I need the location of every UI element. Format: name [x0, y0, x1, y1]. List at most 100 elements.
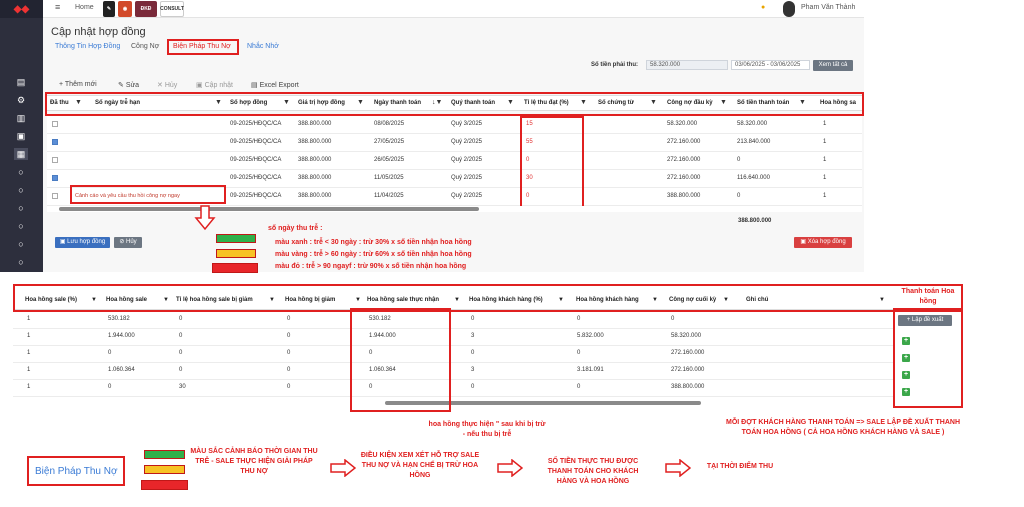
add-button[interactable]: + Thêm mới: [59, 81, 97, 88]
add-icon[interactable]: +: [902, 371, 910, 379]
contract-cell: 09-2025/HĐQC/CA: [230, 157, 282, 163]
paid-cell: 0: [737, 193, 741, 199]
cell: 0: [287, 316, 291, 322]
circle-icon[interactable]: ○: [14, 202, 28, 214]
highlight-box: [350, 308, 451, 412]
avatar[interactable]: [783, 1, 795, 17]
edit-button[interactable]: ✎ Sửa: [118, 81, 139, 89]
cell: 0: [577, 350, 581, 356]
yellow-swatch: [216, 249, 256, 258]
horizontal-scrollbar[interactable]: [13, 400, 893, 406]
cell: 0: [179, 316, 183, 322]
add-icon[interactable]: +: [902, 354, 910, 362]
tab-reminder[interactable]: Nhắc Nhở: [247, 43, 279, 50]
commission-cell: 1: [823, 193, 827, 199]
date-cell: 27/05/2025: [374, 139, 405, 145]
contract-cell: 09-2025/HĐQC/CA: [230, 139, 282, 145]
home-link[interactable]: Home: [75, 4, 94, 11]
gear-icon[interactable]: ⚙: [14, 94, 28, 106]
paid-cell: 213.840.000: [737, 139, 771, 145]
cell: 0: [287, 367, 291, 373]
table-row[interactable]: 1 530.182 0 0 530.182 0 0 0: [13, 312, 893, 329]
green-swatch: [144, 450, 185, 459]
paid-checkbox[interactable]: [52, 193, 58, 199]
cell: 272.160.000: [671, 367, 705, 373]
cancel-toolbar-button[interactable]: ✕ Hủy: [157, 81, 177, 89]
paid-checkbox[interactable]: [52, 157, 58, 163]
highlight-box: [45, 92, 864, 116]
table-row[interactable]: 1 0 30 0 0 0 0 388.800.000: [13, 380, 893, 397]
table-row[interactable]: 09-2025/HĐQC/CA 388.800.000 26/05/2025 Q…: [47, 152, 862, 170]
table-row[interactable]: 1 0 0 0 0 0 0 272.160.000: [13, 346, 893, 363]
user-name[interactable]: Pham Văn Thành: [801, 4, 855, 11]
horizontal-scrollbar[interactable]: [47, 206, 862, 212]
partner-logo: ◉: [118, 1, 132, 17]
cell: 0: [108, 384, 112, 390]
quarter-cell: Quý 3/2025: [451, 121, 483, 127]
cell: 1: [27, 316, 31, 322]
highlight-box: [520, 116, 584, 208]
circle-icon[interactable]: ○: [14, 184, 28, 196]
tab-debt[interactable]: Công Nợ: [131, 43, 159, 50]
paid-checkbox[interactable]: [52, 121, 58, 127]
commission-cell: 1: [823, 139, 827, 145]
cell: 0: [471, 350, 475, 356]
update-button[interactable]: ▣ Cập nhật: [196, 81, 233, 89]
add-label: Thêm mới: [64, 81, 97, 88]
cell: 1: [27, 384, 31, 390]
quarter-cell: Quý 2/2025: [451, 157, 483, 163]
cell: 3.181.091: [577, 367, 604, 373]
highlight-box: [70, 185, 226, 204]
opening-cell: 388.800.000: [667, 193, 701, 199]
cell: 0: [179, 350, 183, 356]
value-cell: 388.800.000: [298, 121, 332, 127]
highlight-box: [167, 39, 239, 55]
legend-red: màu đỏ : trễ > 90 ngayf : trừ 90% x số t…: [275, 263, 467, 270]
cell: 0: [671, 316, 675, 322]
right-arrow-icon: [330, 459, 356, 477]
add-icon[interactable]: +: [902, 388, 910, 396]
right-arrow-icon: [497, 459, 523, 477]
propose-button[interactable]: + Lập đề xuất: [898, 315, 952, 326]
notification-icon[interactable]: ●: [761, 4, 765, 11]
cell: 1.944.000: [108, 333, 135, 339]
excel-export-button[interactable]: ▤ Excel Export: [251, 81, 299, 89]
table-row[interactable]: 09-2025/HĐQC/CA 388.800.000 27/05/2025 Q…: [47, 134, 862, 152]
delete-contract-button[interactable]: ▣ Xóa hợp đồng: [794, 237, 852, 248]
circle-icon[interactable]: ○: [14, 238, 28, 250]
contract-icon[interactable]: ▦: [14, 148, 28, 160]
file-icon[interactable]: ▥: [14, 112, 28, 124]
table-row[interactable]: 09-2025/HĐQC/CA 388.800.000 08/08/2025 Q…: [47, 116, 862, 134]
paid-checkbox[interactable]: [52, 175, 58, 181]
paid-cell: 116.640.000: [737, 175, 770, 181]
cell: 0: [108, 350, 112, 356]
cancel-label: Hủy: [164, 82, 178, 89]
circle-icon[interactable]: ○: [14, 256, 28, 268]
amount-input[interactable]: 58.320.000: [646, 60, 728, 70]
table-row[interactable]: 1 1.060.364 0 0 1.060.364 3 3.181.091 27…: [13, 363, 893, 380]
view-all-button[interactable]: Xem tất cả: [813, 60, 853, 71]
legend-title: số ngày thu trễ :: [268, 225, 323, 232]
cell: 5.832.000: [577, 333, 604, 339]
circle-icon[interactable]: ○: [14, 220, 28, 232]
flow-step3: SỐ TIỀN THỰC THU ĐƯỢC THANH TOÁN CHO KHÁ…: [547, 458, 639, 485]
document-icon[interactable]: ▤: [14, 76, 28, 88]
date-range-input[interactable]: 03/06/2025 - 03/06/2025: [731, 60, 810, 70]
menu-icon[interactable]: ≡: [55, 2, 60, 12]
date-cell: 08/08/2025: [374, 121, 405, 127]
table-row[interactable]: 1 1.944.000 0 0 1.944.000 3 5.832.000 58…: [13, 329, 893, 346]
save-contract-button[interactable]: ▣ Lưu hợp đồng: [55, 237, 110, 248]
tab-contract-info[interactable]: Thông Tin Hợp Đồng: [55, 43, 120, 50]
add-icon[interactable]: +: [902, 337, 910, 345]
cell: 0: [179, 367, 183, 373]
scrollbar-thumb[interactable]: [59, 207, 479, 211]
paid-checkbox[interactable]: [52, 139, 58, 145]
circle-icon[interactable]: ○: [14, 166, 28, 178]
amount-label: Số tiền phải thu:: [591, 62, 638, 68]
cancel-button[interactable]: ⊘ Hủy: [114, 237, 142, 248]
down-arrow-icon: [194, 205, 216, 231]
pay-commission-header: Thanh toán Hoa hồng: [901, 288, 955, 305]
cell: 0: [287, 384, 291, 390]
commission-grid: Hoa hồng sale (%) ▼ Hoa hồng sale ▼ Tỉ l…: [13, 284, 963, 412]
briefcase-icon[interactable]: ▣: [14, 130, 28, 142]
